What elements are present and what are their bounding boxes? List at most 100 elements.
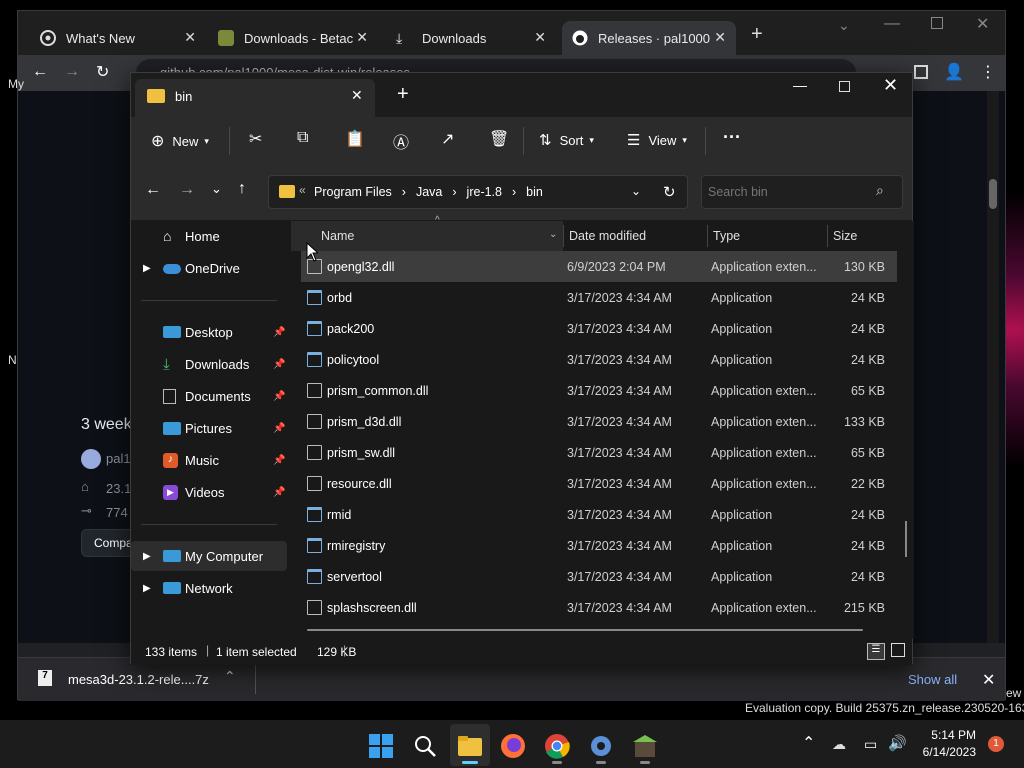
chevron-right-icon[interactable]: ▶ (143, 263, 151, 274)
chevron-up-icon[interactable]: ⌃ (802, 733, 815, 753)
details-view-icon[interactable]: ☰ (867, 643, 885, 660)
release-commit[interactable]: 774 (106, 505, 128, 520)
notification-badge[interactable]: 1 (988, 736, 1004, 752)
file-row[interactable]: rmiregistry 3/17/2023 4:34 AM Application 2… (301, 530, 897, 561)
side-panel-icon[interactable] (914, 65, 928, 79)
overflow-icon[interactable]: « (299, 183, 306, 197)
file-row[interactable]: pack200 3/17/2023 4:34 AM Application 24 KB (301, 313, 897, 344)
settings-icon[interactable] (588, 733, 614, 759)
nav-item-my-computer[interactable]: ▶ My Computer (131, 541, 287, 571)
scrollbar-thumb[interactable] (989, 179, 997, 209)
nav-item-downloads[interactable]: ⤓ Downloads 📌 (131, 349, 287, 379)
cut-icon[interactable]: ✂ (249, 129, 262, 149)
file-row[interactable]: prism_d3d.dll 3/17/2023 4:34 AM Applicatio… (301, 406, 897, 437)
minecraft-launcher-icon[interactable] (632, 733, 658, 759)
cloud-off-icon[interactable]: ☁ (832, 736, 846, 753)
chevron-down-icon[interactable]: ⌄ (549, 229, 557, 240)
show-all-link[interactable]: Show all (908, 672, 957, 687)
minimize-button[interactable]: — (793, 77, 807, 93)
file-row[interactable]: prism_common.dll 3/17/2023 4:34 AM Applica… (301, 375, 897, 406)
file-row[interactable]: orbd 3/17/2023 4:34 AM Application 24 KB (301, 282, 897, 313)
nav-item-desktop[interactable]: Desktop 📌 (131, 317, 287, 347)
new-tab-button[interactable]: + (397, 83, 409, 106)
pin-icon[interactable]: 📌 (273, 327, 285, 338)
breadcrumb-item[interactable]: jre-1.8 (467, 185, 502, 199)
close-icon[interactable]: ✕ (356, 29, 368, 46)
page-scrollbar[interactable] (987, 91, 999, 643)
nav-item-network[interactable]: ▶ Network (131, 573, 287, 603)
chrome-tab-downloads[interactable]: ⤓ Downloads ✕ (386, 21, 556, 55)
menu-icon[interactable]: ⋮ (980, 62, 996, 82)
new-button[interactable]: ⊕ New ▾ (151, 131, 209, 151)
back-icon[interactable]: ← (32, 63, 48, 81)
refresh-icon[interactable]: ↻ (663, 183, 676, 201)
clock-time[interactable]: 5:14 PM (926, 728, 976, 742)
pin-icon[interactable]: 📌 (273, 391, 285, 402)
file-row[interactable]: policytool 3/17/2023 4:34 AM Application 24… (301, 344, 897, 375)
start-button[interactable] (368, 733, 394, 759)
network-status-icon[interactable]: ▭ (864, 736, 877, 753)
maximize-button[interactable] (931, 17, 943, 29)
breadcrumb-item[interactable]: bin (526, 185, 543, 199)
clock-date[interactable]: 6/14/2023 (916, 745, 976, 759)
recent-locations-icon[interactable]: ⌄ (211, 181, 222, 197)
file-row[interactable]: opengl32.dll 6/9/2023 2:04 PM Application … (301, 251, 897, 282)
tiles-view-icon[interactable] (891, 643, 905, 657)
forward-icon[interactable]: → (179, 181, 195, 199)
nav-item-pictures[interactable]: Pictures 📌 (131, 413, 287, 443)
column-header-name[interactable]: Name ^ ⌄ (291, 215, 563, 251)
volume-icon[interactable]: 🔊 (888, 734, 907, 752)
minimize-button[interactable]: — (884, 15, 900, 33)
view-button[interactable]: ☰ View ▾ (627, 131, 687, 149)
download-file-name[interactable]: mesa3d-23.1.2-rele....7z (68, 672, 209, 687)
file-row[interactable]: rmid 3/17/2023 4:34 AM Application 24 KB (301, 499, 897, 530)
search-input[interactable] (708, 183, 868, 201)
close-button[interactable]: ✕ (883, 75, 898, 96)
close-icon[interactable]: ✕ (184, 29, 196, 46)
copy-icon[interactable]: ⧉ (297, 129, 308, 147)
up-icon[interactable]: ↑ (238, 180, 246, 198)
nav-item-documents[interactable]: Documents 📌 (131, 381, 287, 411)
chevron-right-icon[interactable]: ▶ (143, 583, 151, 594)
chrome-tab-whats-new[interactable]: What's New ✕ (30, 21, 206, 55)
delete-icon[interactable]: 🗑 (489, 129, 509, 149)
more-options-icon[interactable]: ··· (723, 127, 741, 148)
search-box[interactable]: ⌕ (701, 175, 903, 209)
file-row[interactable]: resource.dll 3/17/2023 4:34 AM Application… (301, 468, 897, 499)
column-header-date[interactable]: Date modified (569, 221, 646, 251)
explorer-tab-bin[interactable]: bin ✕ (135, 79, 375, 117)
file-row[interactable]: servertool 3/17/2023 4:34 AM Application 24… (301, 561, 897, 592)
close-icon[interactable]: ✕ (714, 29, 726, 46)
sort-button[interactable]: ⇅ Sort ▾ (539, 131, 594, 149)
nav-item-home[interactable]: ⌂ Home (131, 221, 287, 251)
search-button[interactable] (412, 733, 438, 759)
paste-icon[interactable]: 📋 (345, 129, 365, 149)
nav-item-videos[interactable]: ▶ Videos 📌 (131, 477, 287, 507)
nav-item-music[interactable]: ♪ Music 📌 (131, 445, 287, 475)
pin-icon[interactable]: 📌 (273, 423, 285, 434)
close-icon[interactable]: ✕ (982, 670, 995, 690)
chrome-tab-betacraft[interactable]: Downloads - Betacraf ✕ (208, 21, 378, 55)
share-icon[interactable]: ↗ (441, 129, 454, 149)
file-row[interactable]: splashscreen.dll 3/17/2023 4:34 AM Applica… (301, 592, 897, 623)
file-row[interactable]: prism_sw.dll 3/17/2023 4:34 AM Application… (301, 437, 897, 468)
chevron-down-icon[interactable]: ⌄ (631, 184, 641, 198)
chevron-right-icon[interactable]: ▶ (143, 551, 151, 562)
reload-icon[interactable]: ↻ (96, 62, 109, 82)
column-header-size[interactable]: Size (833, 221, 857, 251)
new-tab-button[interactable]: + (751, 23, 763, 46)
horizontal-scrollbar[interactable] (307, 629, 863, 631)
release-author[interactable]: pal1 (106, 451, 131, 466)
nav-item-onedrive[interactable]: ▶ OneDrive (131, 253, 287, 283)
chevron-up-icon[interactable]: ⌃ (224, 668, 236, 685)
chrome-tab-releases[interactable]: Releases · pal1000/m ✕ (562, 21, 736, 55)
rename-icon[interactable]: Ⓐ (393, 129, 409, 153)
pin-icon[interactable]: 📌 (273, 455, 285, 466)
firefox-icon[interactable] (500, 733, 526, 759)
breadcrumb-item[interactable]: Java (416, 185, 442, 199)
chevron-down-icon[interactable]: ⌄ (838, 17, 850, 34)
vertical-scrollbar[interactable] (905, 521, 907, 557)
close-icon[interactable]: ✕ (351, 87, 363, 104)
pin-icon[interactable]: 📌 (273, 487, 285, 498)
breadcrumb-item[interactable]: Program Files (314, 185, 392, 199)
